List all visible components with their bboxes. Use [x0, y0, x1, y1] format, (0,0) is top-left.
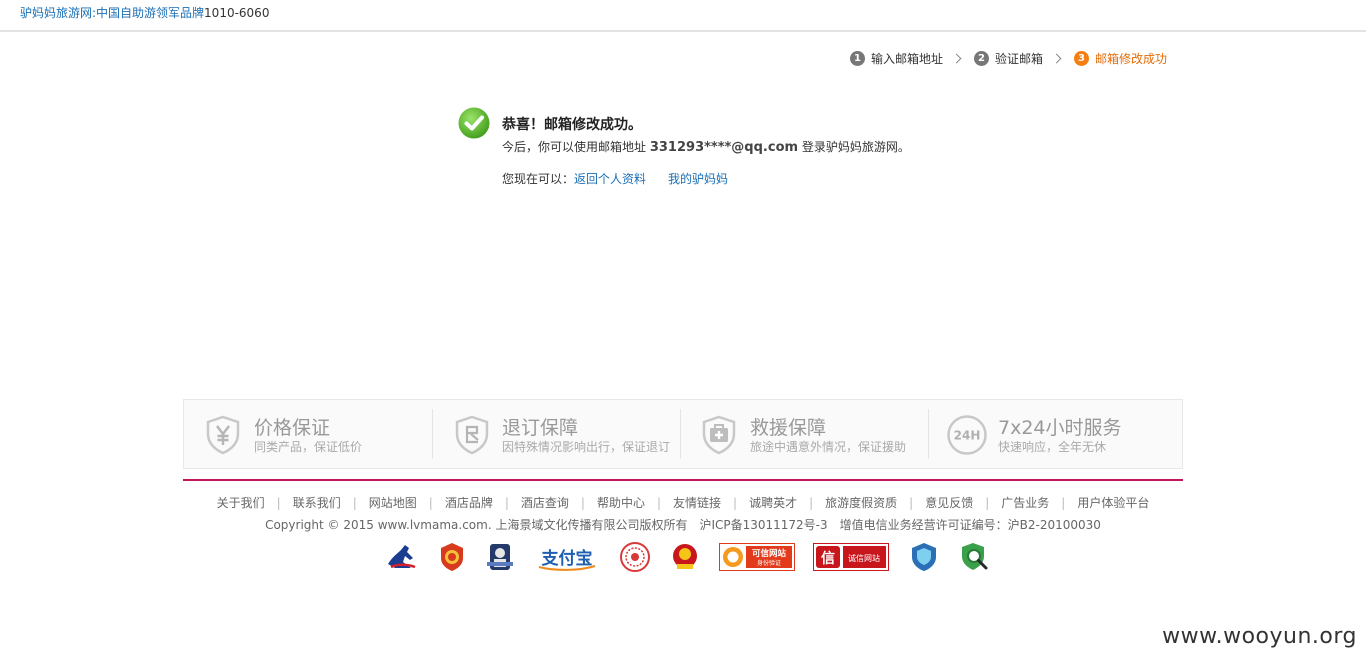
- guarantee-rescue-sub: 旅途中遇意外情况，保证援助: [750, 440, 907, 454]
- footer-link-hotel-brand[interactable]: 酒店品牌: [445, 496, 493, 510]
- brand-text[interactable]: 驴妈妈旅游网:中国自助游领军品牌: [20, 6, 204, 20]
- cyber-police-icon[interactable]: [485, 542, 515, 572]
- footer-link-qualification[interactable]: 旅游度假资质: [825, 496, 897, 510]
- police-badge-icon[interactable]: [439, 542, 465, 572]
- 24h-icon: 24H: [947, 415, 987, 455]
- security-shield-icon[interactable]: [909, 542, 939, 572]
- link-separator: |: [352, 496, 357, 510]
- trust-seal-icon[interactable]: [619, 541, 651, 573]
- step-3-label: 邮箱修改成功: [1094, 51, 1167, 66]
- trusted-site-badge-text: 可信网站: [752, 548, 787, 559]
- link-separator: |: [504, 496, 509, 510]
- step-2-label: 验证邮箱: [994, 51, 1043, 66]
- step-3-number: 3: [1073, 50, 1089, 66]
- step-3: 3 邮箱修改成功: [1073, 50, 1167, 67]
- national-emblem-icon[interactable]: [671, 542, 699, 572]
- firstaid-shield-icon: [702, 415, 736, 455]
- step-2: 2 验证邮箱: [973, 50, 1043, 67]
- horse-logo-icon[interactable]: [385, 542, 419, 572]
- my-lvmama-link[interactable]: 我的驴妈妈: [668, 172, 728, 186]
- link-separator: |: [1061, 496, 1066, 510]
- footer-link-friends[interactable]: 友情链接: [673, 496, 721, 510]
- guarantee-rescue-title: 救援保障: [750, 417, 827, 439]
- success-description: 今后，你可以使用邮箱地址 331293****@qq.com 登录驴妈妈旅游网。: [502, 138, 910, 155]
- certification-badges: 支付宝 可信网站 身份验证 信 诚信网站: [385, 540, 991, 574]
- verify-search-icon[interactable]: [959, 542, 991, 572]
- footer-link-contact[interactable]: 联系我们: [293, 496, 341, 510]
- footer-divider: [183, 479, 1183, 481]
- guarantee-price-title: 价格保证: [254, 417, 331, 439]
- desc-suffix: 登录驴妈妈旅游网。: [801, 140, 910, 154]
- link-separator: |: [733, 496, 738, 510]
- success-title: 恭喜！邮箱修改成功。: [502, 117, 642, 133]
- top-bar: 驴妈妈旅游网:中国自助游领军品牌1010-6060: [0, 0, 1366, 32]
- back-to-profile-link[interactable]: 返回个人资料: [574, 172, 646, 186]
- copyright-text: Copyright © 2015 www.lvmama.com. 上海景域文化传…: [265, 518, 1101, 532]
- guarantee-service-sub: 快速响应，全年无休: [998, 440, 1107, 454]
- masked-email: 331293****@qq.com: [649, 140, 799, 155]
- trusted-site-badge-subtext: 身份验证: [757, 559, 781, 567]
- trusted-site-badge-icon[interactable]: 可信网站 身份验证: [719, 543, 795, 571]
- alipay-badge-text: 支付宝: [542, 548, 593, 569]
- link-separator: |: [276, 496, 281, 510]
- guarantee-refund-title: 退订保障: [502, 417, 579, 439]
- yen-shield-icon: [206, 415, 240, 455]
- refund-shield-icon: [455, 415, 489, 455]
- link-separator: |: [985, 496, 990, 510]
- footer-link-sitemap[interactable]: 网站地图: [369, 496, 417, 510]
- progress-steps: 1 输入邮箱地址 2 验证邮箱 3 邮箱修改成功: [849, 50, 1167, 67]
- integrity-site-badge-char: 信: [821, 550, 835, 567]
- watermark-text: www.wooyun.org: [1162, 624, 1357, 649]
- chevron-right-icon: [1051, 53, 1062, 63]
- guarantee-rescue: 救援保障 旅途中遇意外情况，保证援助: [680, 400, 928, 468]
- link-separator: |: [909, 496, 914, 510]
- step-1-number: 1: [849, 50, 865, 66]
- service-guarantees: 价格保证 同类产品，保证低价 退订保障 因特殊情况影响出行，保证退订 救援保障 …: [183, 399, 1183, 469]
- footer-links: 关于我们 | 联系我们 | 网站地图 | 酒店品牌 | 酒店查询 | 帮助中心 | 友情链接 | 诚聘英才 |…: [183, 494, 1183, 511]
- guarantee-refund-sub: 因特殊情况影响出行，保证退订: [502, 440, 671, 454]
- guarantee-refund: 退订保障 因特殊情况影响出行，保证退订: [432, 400, 680, 468]
- footer-link-feedback[interactable]: 意见反馈: [925, 496, 973, 510]
- link-separator: |: [580, 496, 585, 510]
- integrity-site-badge-icon[interactable]: 信 诚信网站: [813, 543, 889, 571]
- integrity-site-badge-text: 诚信网站: [848, 553, 880, 563]
- next-actions: 您现在可以：返回个人资料 我的驴妈妈: [502, 170, 728, 187]
- 24h-icon-text: 24H: [954, 429, 981, 443]
- desc-prefix: 今后，你可以使用邮箱地址: [502, 140, 647, 154]
- guarantee-service: 24H 7x24小时服务 快速响应，全年无休: [928, 400, 1176, 468]
- footer-link-about[interactable]: 关于我们: [217, 496, 265, 510]
- alipay-badge-icon[interactable]: 支付宝: [535, 542, 599, 572]
- guarantee-price-sub: 同类产品，保证低价: [254, 440, 363, 454]
- brand-link[interactable]: 驴妈妈旅游网:中国自助游领军品牌1010-6060: [20, 4, 269, 21]
- step-1: 1 输入邮箱地址: [849, 50, 943, 67]
- link-separator: |: [656, 496, 662, 510]
- step-1-label: 输入邮箱地址: [870, 51, 943, 66]
- guarantee-service-title: 7x24小时服务: [998, 417, 1122, 439]
- footer-link-jobs[interactable]: 诚聘英才: [749, 496, 797, 510]
- footer-link-help[interactable]: 帮助中心: [597, 496, 645, 510]
- chevron-right-icon: [951, 53, 962, 63]
- footer-link-ads[interactable]: 广告业务: [1001, 496, 1049, 510]
- step-2-number: 2: [973, 50, 989, 66]
- now-can-label: 您现在可以：: [502, 172, 575, 186]
- link-separator: |: [428, 496, 433, 510]
- footer-link-hotel-search[interactable]: 酒店查询: [521, 496, 569, 510]
- phone-number: 1010-6060: [204, 6, 270, 20]
- link-separator: |: [809, 496, 814, 510]
- footer-link-ux[interactable]: 用户体验平台: [1077, 496, 1149, 510]
- success-check-icon: [458, 107, 490, 139]
- guarantee-price: 价格保证 同类产品，保证低价: [184, 400, 432, 468]
